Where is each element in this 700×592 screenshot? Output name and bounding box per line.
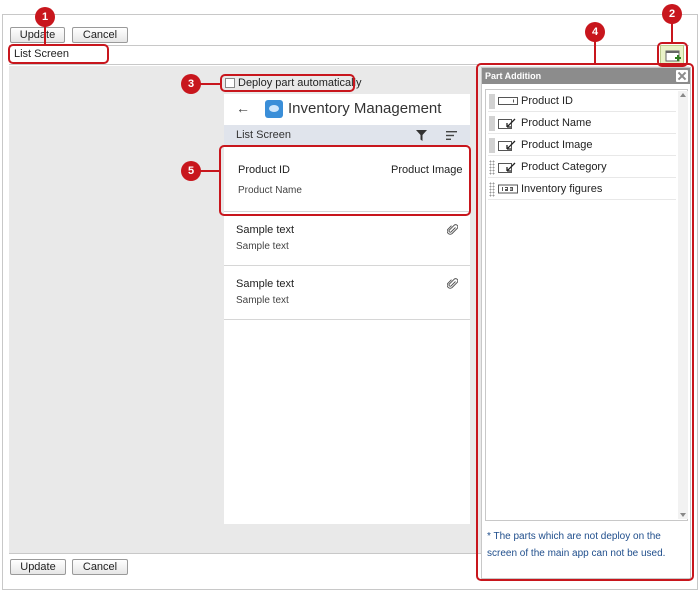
attachment-icon — [447, 224, 458, 235]
app-logo-icon — [265, 100, 283, 118]
callout-box-template — [219, 145, 471, 216]
sample-subtitle: Sample text — [236, 241, 289, 252]
callout-line — [671, 22, 673, 43]
list-item: Sample text Sample text — [224, 214, 470, 266]
callout-marker-5: 5 — [181, 161, 201, 181]
sample-title: Sample text — [236, 278, 295, 290]
attachment-icon — [447, 278, 458, 289]
callout-marker-1: 1 — [35, 7, 55, 27]
cancel-button-bottom[interactable]: Cancel — [72, 559, 128, 575]
list-item: Sample text Sample text — [224, 268, 470, 320]
app-title: Inventory Management — [288, 100, 442, 117]
callout-box-panel — [476, 63, 694, 581]
update-button-bottom[interactable]: Update — [10, 559, 66, 575]
callout-marker-4: 4 — [585, 22, 605, 42]
callout-line — [200, 170, 220, 172]
callout-marker-2: 2 — [662, 4, 682, 24]
cancel-button-top[interactable]: Cancel — [72, 27, 128, 43]
list-screen-title: List Screen — [236, 129, 292, 141]
app-header: ← Inventory Management — [224, 94, 470, 124]
callout-box-screen-name — [8, 44, 109, 64]
callout-line — [44, 24, 46, 45]
update-button-top[interactable]: Update — [10, 27, 65, 43]
callout-line — [200, 83, 221, 85]
list-screen-bar: List Screen — [224, 125, 470, 145]
sort-icon[interactable] — [446, 131, 457, 140]
callout-box-deploy — [220, 74, 355, 92]
callout-marker-3: 3 — [181, 74, 201, 94]
sample-title: Sample text — [236, 224, 295, 236]
filter-icon[interactable] — [416, 130, 427, 141]
screen-name-bar — [9, 45, 689, 65]
sample-subtitle: Sample text — [236, 295, 289, 306]
back-arrow-icon[interactable]: ← — [236, 100, 250, 116]
